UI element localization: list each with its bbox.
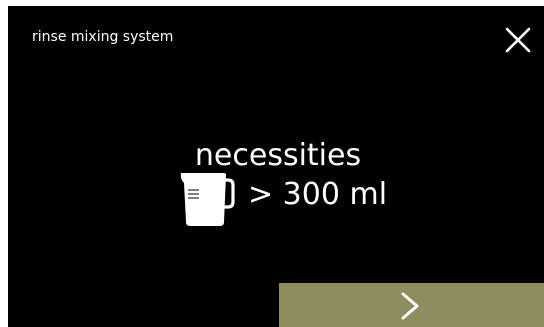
required-volume: > 300 ml [248,177,388,212]
screen-title: rinse mixing system [32,29,174,45]
close-icon [505,27,531,53]
close-button[interactable] [500,22,536,58]
requirements-heading: necessities [194,138,362,173]
measuring-jug-icon [178,170,240,236]
rinse-screen: rinse mixing system necessities > 300 ml [8,6,544,327]
chevron-right-icon [401,292,419,320]
next-button[interactable] [279,283,544,327]
